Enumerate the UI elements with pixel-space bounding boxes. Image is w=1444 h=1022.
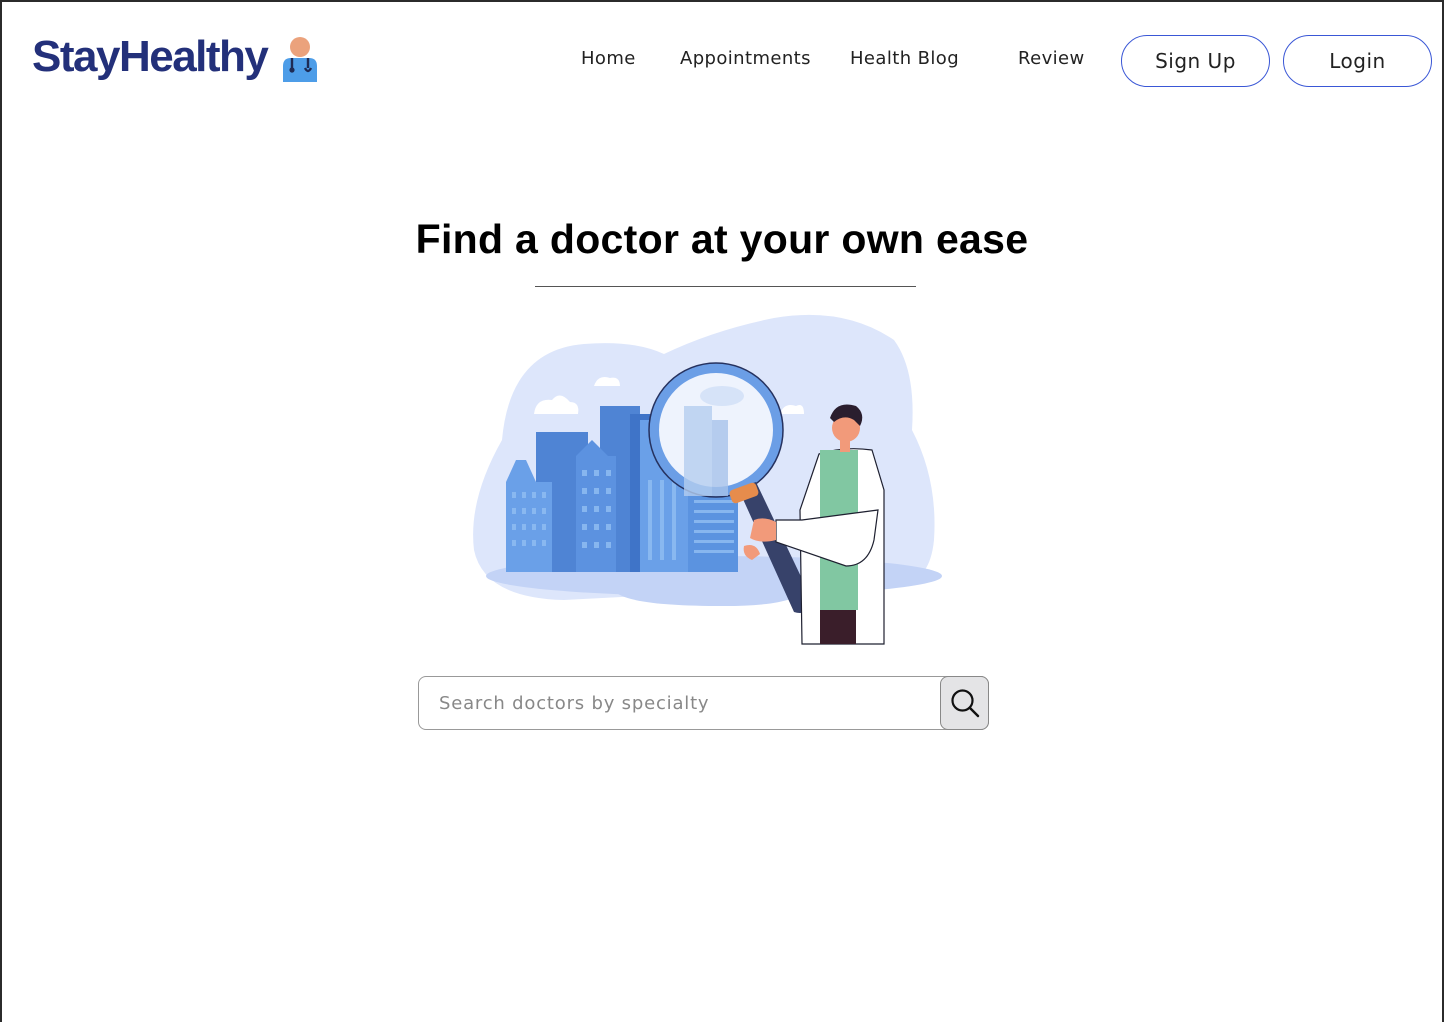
search-button[interactable] (940, 676, 989, 730)
sign-up-button[interactable]: Sign Up (1121, 35, 1270, 87)
brand-logo[interactable]: StayHealthy (32, 32, 319, 82)
page: StayHealthy Home Appointments Health Blo… (2, 2, 1442, 1022)
nav-home[interactable]: Home (581, 48, 636, 69)
search-bar (418, 676, 989, 730)
brand-name: StayHealthy (32, 32, 269, 81)
doctor-icon (283, 37, 318, 82)
nav-appointments[interactable]: Appointments (680, 48, 811, 69)
search-input[interactable] (439, 677, 939, 729)
hero-illustration (473, 314, 942, 645)
login-button[interactable]: Login (1283, 35, 1432, 87)
page-title: Find a doctor at your own ease (415, 216, 1029, 262)
title-divider (535, 286, 916, 287)
nav-health-blog[interactable]: Health Blog (850, 48, 959, 69)
nav-review[interactable]: Review (1018, 48, 1085, 69)
search-icon (950, 689, 979, 718)
